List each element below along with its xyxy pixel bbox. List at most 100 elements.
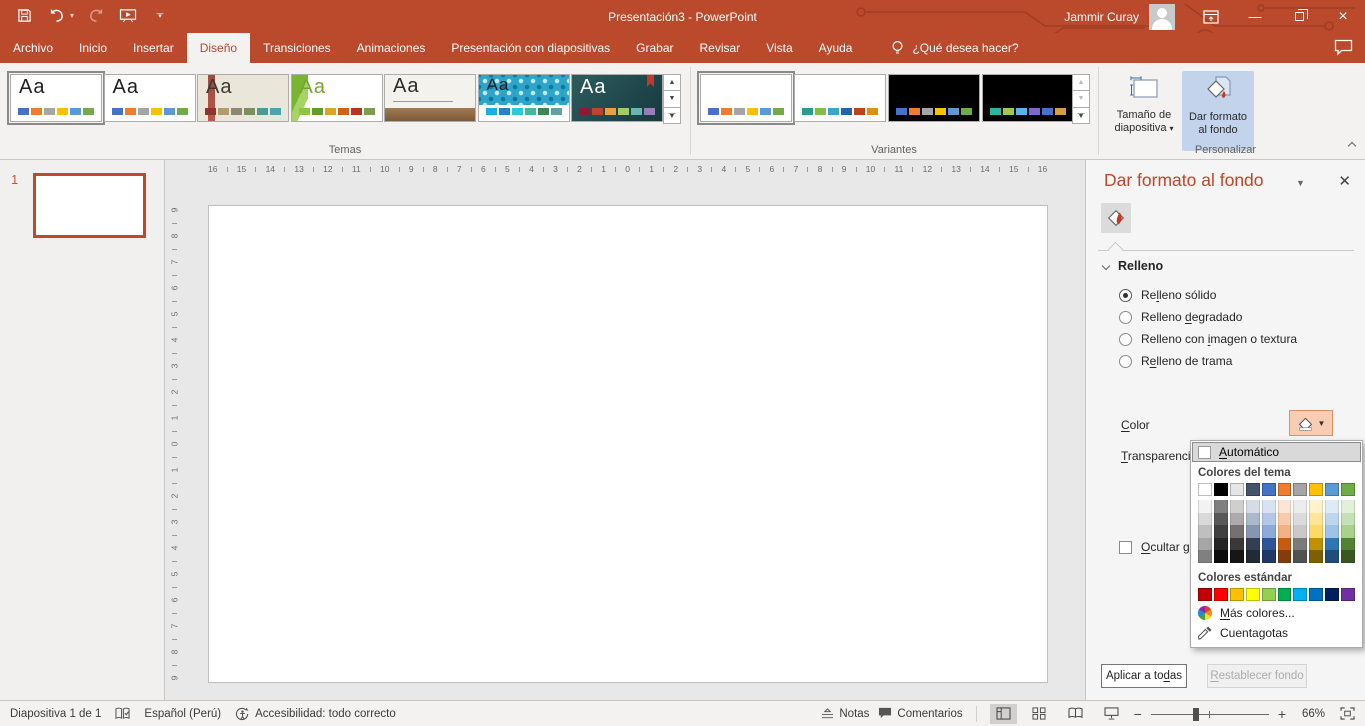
- zoom-slider-handle[interactable]: [1192, 707, 1199, 721]
- tab-transiciones[interactable]: Transiciones: [250, 33, 344, 63]
- theme-color-swatch[interactable]: [1245, 483, 1260, 496]
- zoom-slider[interactable]: [1150, 707, 1269, 721]
- shade-swatch[interactable]: [1261, 525, 1276, 538]
- standard-color-swatch[interactable]: [1293, 587, 1308, 601]
- panel-close-icon[interactable]: ✕: [1338, 172, 1351, 190]
- shade-swatch[interactable]: [1277, 512, 1292, 526]
- shade-swatch[interactable]: [1341, 537, 1356, 551]
- shade-swatch[interactable]: [1341, 550, 1356, 563]
- slide-canvas[interactable]: [208, 205, 1048, 683]
- shade-swatch[interactable]: [1213, 537, 1228, 551]
- shade-swatch[interactable]: [1309, 500, 1324, 513]
- theme-color-swatch[interactable]: [1309, 483, 1324, 496]
- shade-swatch[interactable]: [1229, 537, 1244, 551]
- standard-color-swatch[interactable]: [1341, 587, 1356, 601]
- radio-button[interactable]: [1119, 354, 1132, 368]
- standard-color-swatch[interactable]: [1277, 587, 1292, 601]
- collapse-ribbon-button[interactable]: [1347, 136, 1357, 154]
- tab-ayuda[interactable]: Ayuda: [806, 33, 866, 63]
- shade-swatch[interactable]: [1213, 550, 1228, 563]
- standard-color-swatch[interactable]: [1325, 587, 1340, 601]
- shade-swatch[interactable]: [1277, 550, 1292, 563]
- shade-swatch[interactable]: [1198, 537, 1212, 551]
- shade-swatch[interactable]: [1325, 512, 1340, 526]
- tab-vista[interactable]: Vista: [753, 33, 805, 63]
- slideshow-view-button[interactable]: [1098, 704, 1125, 724]
- slide-sorter-view-button[interactable]: [1026, 704, 1053, 724]
- shade-swatch[interactable]: [1245, 550, 1260, 563]
- shade-swatch[interactable]: [1293, 525, 1308, 538]
- tab-insertar[interactable]: Insertar: [120, 33, 187, 63]
- shade-swatch[interactable]: [1213, 512, 1228, 526]
- normal-view-button[interactable]: [989, 703, 1017, 724]
- minimize-button[interactable]: —: [1233, 0, 1277, 33]
- shade-swatch[interactable]: [1261, 537, 1276, 551]
- shade-swatch[interactable]: [1309, 537, 1324, 551]
- automatic-color-item[interactable]: Automático: [1192, 442, 1361, 462]
- radio-button[interactable]: [1119, 332, 1132, 346]
- shade-swatch[interactable]: [1245, 525, 1260, 538]
- horizontal-ruler[interactable]: 16 15 14 13 12 11 10 9 8 7 6 5 4 3 2 1 0 1 2 3 4 5 6 7 8 9 10 11 12 1…: [208, 161, 1048, 177]
- fill-tab-icon[interactable]: [1101, 203, 1131, 233]
- language-status[interactable]: Español (Perú): [144, 708, 221, 720]
- close-button[interactable]: ×: [1321, 0, 1365, 33]
- shade-swatch[interactable]: [1325, 537, 1340, 551]
- theme-color-swatch[interactable]: [1341, 483, 1356, 496]
- shade-swatch[interactable]: [1293, 500, 1308, 513]
- shade-swatch[interactable]: [1213, 525, 1228, 538]
- theme-color-swatch[interactable]: [1325, 483, 1340, 496]
- standard-color-swatch[interactable]: [1213, 587, 1228, 601]
- shade-swatch[interactable]: [1277, 537, 1292, 551]
- standard-color-swatch[interactable]: [1309, 587, 1324, 601]
- more-colors-item[interactable]: Más colores...: [1192, 603, 1361, 623]
- notes-toggle[interactable]: Notas: [821, 708, 869, 720]
- ribbon-display-options-button[interactable]: [1189, 0, 1233, 33]
- restore-button[interactable]: [1277, 0, 1321, 33]
- shade-swatch[interactable]: [1198, 525, 1212, 538]
- theme-color-swatch[interactable]: [1229, 483, 1244, 496]
- shade-swatch[interactable]: [1261, 500, 1276, 513]
- shade-swatch[interactable]: [1245, 537, 1260, 551]
- theme-color-swatch[interactable]: [1261, 483, 1276, 496]
- shade-swatch[interactable]: [1229, 525, 1244, 538]
- shade-swatch[interactable]: [1341, 525, 1356, 538]
- eyedropper-item[interactable]: Cuentagotas: [1192, 623, 1361, 643]
- zoom-in-button[interactable]: +: [1278, 706, 1286, 722]
- tab-grabar[interactable]: Grabar: [623, 33, 686, 63]
- fill-option-3[interactable]: Relleno de trama: [1119, 354, 1232, 368]
- checkbox[interactable]: [1119, 540, 1132, 554]
- comments-bubble-icon[interactable]: [1334, 39, 1353, 61]
- tell-me-box[interactable]: ¿Qué desea hacer?: [891, 33, 1019, 63]
- shade-swatch[interactable]: [1229, 500, 1244, 513]
- zoom-out-button[interactable]: −: [1134, 706, 1142, 722]
- shade-swatch[interactable]: [1341, 500, 1356, 513]
- tab-inicio[interactable]: Inicio: [66, 33, 120, 63]
- account-name[interactable]: Jammir Curay: [1064, 10, 1139, 24]
- panel-title-caret[interactable]: ▼: [1296, 178, 1305, 188]
- shade-swatch[interactable]: [1293, 512, 1308, 526]
- vertical-ruler[interactable]: 9 8 7 6 5 4 3 2 1 0 1 2 3 4 5 6 7 8 9: [167, 205, 182, 683]
- standard-color-swatch[interactable]: [1198, 587, 1212, 601]
- spellcheck-icon[interactable]: [115, 707, 130, 721]
- shade-swatch[interactable]: [1277, 500, 1292, 513]
- user-avatar[interactable]: [1149, 3, 1175, 30]
- apply-to-all-button[interactable]: Aplicar a to d as: [1101, 664, 1187, 688]
- tab-revisar[interactable]: Revisar: [687, 33, 754, 63]
- shade-swatch[interactable]: [1198, 550, 1212, 563]
- slide-counter[interactable]: Diapositiva 1 de 1: [10, 708, 101, 720]
- theme-color-swatch[interactable]: [1213, 483, 1228, 496]
- shade-swatch[interactable]: [1245, 512, 1260, 526]
- shade-swatch[interactable]: [1293, 537, 1308, 551]
- theme-color-swatch[interactable]: [1293, 483, 1308, 496]
- shade-swatch[interactable]: [1198, 500, 1212, 513]
- standard-color-swatch[interactable]: [1261, 587, 1276, 601]
- shade-swatch[interactable]: [1325, 550, 1340, 563]
- fit-to-window-button[interactable]: [1334, 704, 1361, 724]
- shade-swatch[interactable]: [1261, 550, 1276, 563]
- reset-background-button[interactable]: Restablecer fondo: [1207, 664, 1307, 688]
- shade-swatch[interactable]: [1293, 550, 1308, 563]
- shade-swatch[interactable]: [1245, 500, 1260, 513]
- shade-swatch[interactable]: [1309, 550, 1324, 563]
- shade-swatch[interactable]: [1261, 512, 1276, 526]
- tab-archivo[interactable]: Archivo: [0, 33, 66, 63]
